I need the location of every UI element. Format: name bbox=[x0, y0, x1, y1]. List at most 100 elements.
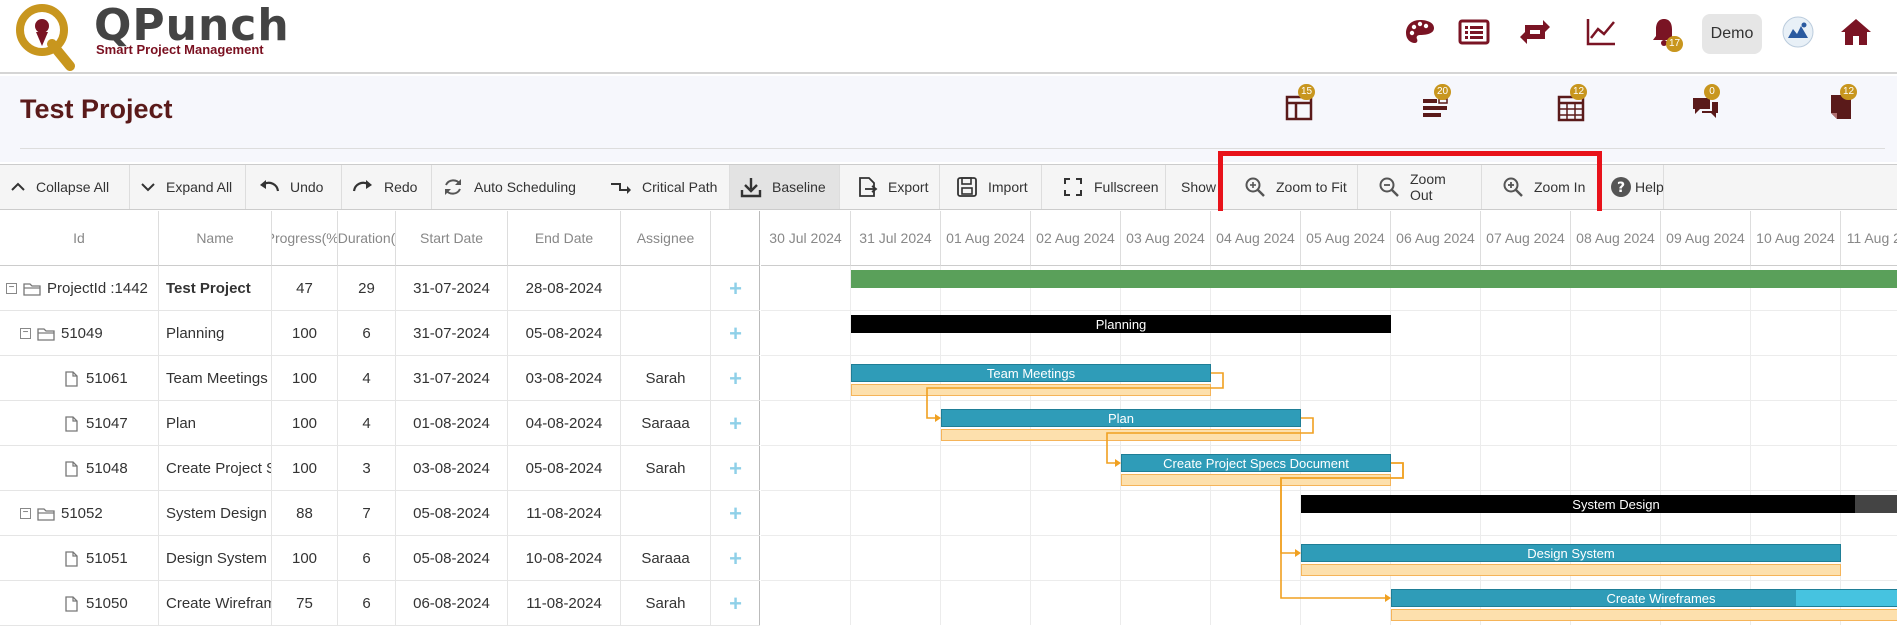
column-header-assignee[interactable]: Assignee bbox=[621, 211, 711, 266]
baseline-bar bbox=[1121, 474, 1391, 486]
list-icon[interactable] bbox=[1456, 14, 1492, 50]
collapse-toggle-icon[interactable]: − bbox=[20, 508, 31, 519]
column-header-duration[interactable]: Duration( bbox=[338, 211, 396, 266]
table-row[interactable]: −51049Planning100631-07-202405-08-2024+ bbox=[0, 311, 760, 356]
cell-assignee: Saraaa bbox=[621, 536, 711, 581]
fullscreen-button[interactable]: Fullscreen bbox=[1042, 165, 1166, 209]
add-task-button[interactable]: + bbox=[711, 356, 760, 401]
undo-button[interactable]: Undo bbox=[246, 165, 342, 209]
baseline-button[interactable]: Baseline bbox=[730, 165, 840, 209]
zoom-out-icon bbox=[1378, 176, 1400, 198]
gantt-bar[interactable]: Design System bbox=[1301, 544, 1841, 562]
gantt-bar[interactable]: System Design bbox=[1301, 495, 1897, 513]
table-row[interactable]: 51050Create Wirefram75606-08-202411-08-2… bbox=[0, 581, 760, 626]
board-icon[interactable]: 15 bbox=[1282, 90, 1316, 124]
column-header-end-date[interactable]: End Date bbox=[508, 211, 621, 266]
show-label: Show bbox=[1181, 179, 1216, 195]
table-row[interactable]: 51047Plan100401-08-202404-08-2024Saraaa+ bbox=[0, 401, 760, 446]
logo[interactable]: QPunch Smart Project Management bbox=[14, 2, 274, 72]
date-header: 11 Aug 2024 bbox=[1841, 211, 1897, 266]
folder-icon bbox=[37, 506, 55, 522]
document-icon[interactable]: 12 bbox=[1824, 90, 1858, 124]
avatar[interactable] bbox=[1780, 14, 1816, 50]
date-header: 07 Aug 2024 bbox=[1481, 211, 1571, 266]
plus-icon: + bbox=[729, 591, 742, 617]
auto-scheduling-button[interactable]: Auto Scheduling bbox=[432, 165, 592, 209]
repeat-icon[interactable] bbox=[1517, 14, 1553, 50]
end-value: 03-08-2024 bbox=[526, 370, 603, 387]
add-task-button[interactable]: + bbox=[711, 446, 760, 491]
expand-all-button[interactable]: Expand All bbox=[130, 165, 246, 209]
assignee-value: Sarah bbox=[645, 460, 685, 477]
table-row[interactable]: 51048Create Project S100303-08-202405-08… bbox=[0, 446, 760, 491]
gantt-bar[interactable]: Team Meetings bbox=[851, 364, 1211, 382]
add-task-button[interactable]: + bbox=[711, 536, 760, 581]
show-button[interactable]: Show bbox=[1166, 165, 1222, 209]
collapse-toggle-icon[interactable]: − bbox=[6, 283, 17, 294]
gantt-bar[interactable] bbox=[851, 270, 1897, 288]
tasks-icon[interactable]: 20 bbox=[1418, 90, 1452, 124]
dashboard-icon[interactable] bbox=[1402, 14, 1438, 50]
cell-assignee bbox=[621, 311, 711, 356]
cell-name: Create Project S bbox=[159, 446, 272, 491]
add-task-button[interactable]: + bbox=[711, 581, 760, 626]
duration-value: 7 bbox=[362, 505, 370, 522]
remaining-progress bbox=[1796, 590, 1897, 606]
user-menu-button[interactable]: Demo bbox=[1702, 14, 1762, 54]
collapse-toggle-icon[interactable]: − bbox=[20, 328, 31, 339]
zoom-out-button[interactable]: Zoom Out bbox=[1358, 165, 1482, 209]
duration-value: 29 bbox=[358, 280, 375, 297]
collapse-all-button[interactable]: Collapse All bbox=[0, 165, 130, 209]
bar-label: Create Wireframes bbox=[1606, 591, 1715, 606]
critical-path-button[interactable]: Critical Path bbox=[600, 165, 730, 209]
gantt-bar[interactable]: Plan bbox=[941, 409, 1301, 427]
cell-duration: 6 bbox=[338, 536, 396, 581]
duration-value: 3 bbox=[362, 460, 370, 477]
calendar-icon[interactable]: 12 bbox=[1554, 90, 1588, 124]
column-header-progress[interactable]: Progress(%) bbox=[272, 211, 338, 266]
start-value: 05-08-2024 bbox=[413, 550, 490, 567]
gantt-bar[interactable]: Planning bbox=[851, 315, 1391, 333]
chevron-up-icon bbox=[10, 179, 26, 195]
zoom-in-label: Zoom In bbox=[1534, 179, 1585, 195]
comments-icon[interactable]: 0 bbox=[1688, 90, 1722, 124]
home-icon[interactable] bbox=[1838, 14, 1874, 50]
table-row[interactable]: 51061Team Meetings100431-07-202403-08-20… bbox=[0, 356, 760, 401]
start-value: 06-08-2024 bbox=[413, 595, 490, 612]
grid-line bbox=[761, 400, 1897, 401]
add-task-button[interactable]: + bbox=[711, 491, 760, 536]
notification-badge: 17 bbox=[1666, 36, 1683, 52]
export-label: Export bbox=[888, 179, 928, 195]
gantt-bar[interactable]: Create Wireframes bbox=[1391, 589, 1897, 607]
date-header: 06 Aug 2024 bbox=[1391, 211, 1481, 266]
fullscreen-label: Fullscreen bbox=[1094, 179, 1159, 195]
grid-line bbox=[761, 535, 1897, 536]
cell-start: 31-07-2024 bbox=[396, 311, 508, 356]
help-label: Help bbox=[1635, 179, 1664, 195]
add-task-button[interactable]: + bbox=[711, 266, 760, 311]
add-task-button[interactable]: + bbox=[711, 311, 760, 356]
bell-icon[interactable]: 17 bbox=[1646, 14, 1682, 50]
import-button[interactable]: Import bbox=[940, 165, 1042, 209]
table-row[interactable]: −ProjectId :1442Test Project472931-07-20… bbox=[0, 266, 760, 311]
column-header-start-date[interactable]: Start Date bbox=[396, 211, 508, 266]
progress-value: 47 bbox=[296, 280, 313, 297]
cell-end: 11-08-2024 bbox=[508, 491, 621, 536]
table-row[interactable]: −51052System Design88705-08-202411-08-20… bbox=[0, 491, 760, 536]
column-header-id[interactable]: Id bbox=[0, 211, 159, 266]
table-row[interactable]: 51051Design System100605-08-202410-08-20… bbox=[0, 536, 760, 581]
cell-name: Planning bbox=[159, 311, 272, 356]
chart-line-icon[interactable] bbox=[1583, 14, 1619, 50]
zoom-in-button[interactable]: Zoom In bbox=[1482, 165, 1600, 209]
zoom-in-icon bbox=[1502, 176, 1524, 198]
gantt-bar[interactable]: Create Project Specs Document bbox=[1121, 454, 1391, 472]
help-button[interactable]: ? Help bbox=[1600, 165, 1664, 209]
task-grid: Id Name Progress(%) Duration( Start Date… bbox=[0, 211, 760, 625]
cell-start: 05-08-2024 bbox=[396, 491, 508, 536]
export-button[interactable]: Export bbox=[840, 165, 940, 209]
zoom-to-fit-button[interactable]: Zoom to Fit bbox=[1234, 165, 1358, 209]
add-task-button[interactable]: + bbox=[711, 401, 760, 446]
redo-button[interactable]: Redo bbox=[342, 165, 432, 209]
cell-id: −ProjectId :1442 bbox=[0, 266, 159, 311]
column-header-name[interactable]: Name bbox=[159, 211, 272, 266]
